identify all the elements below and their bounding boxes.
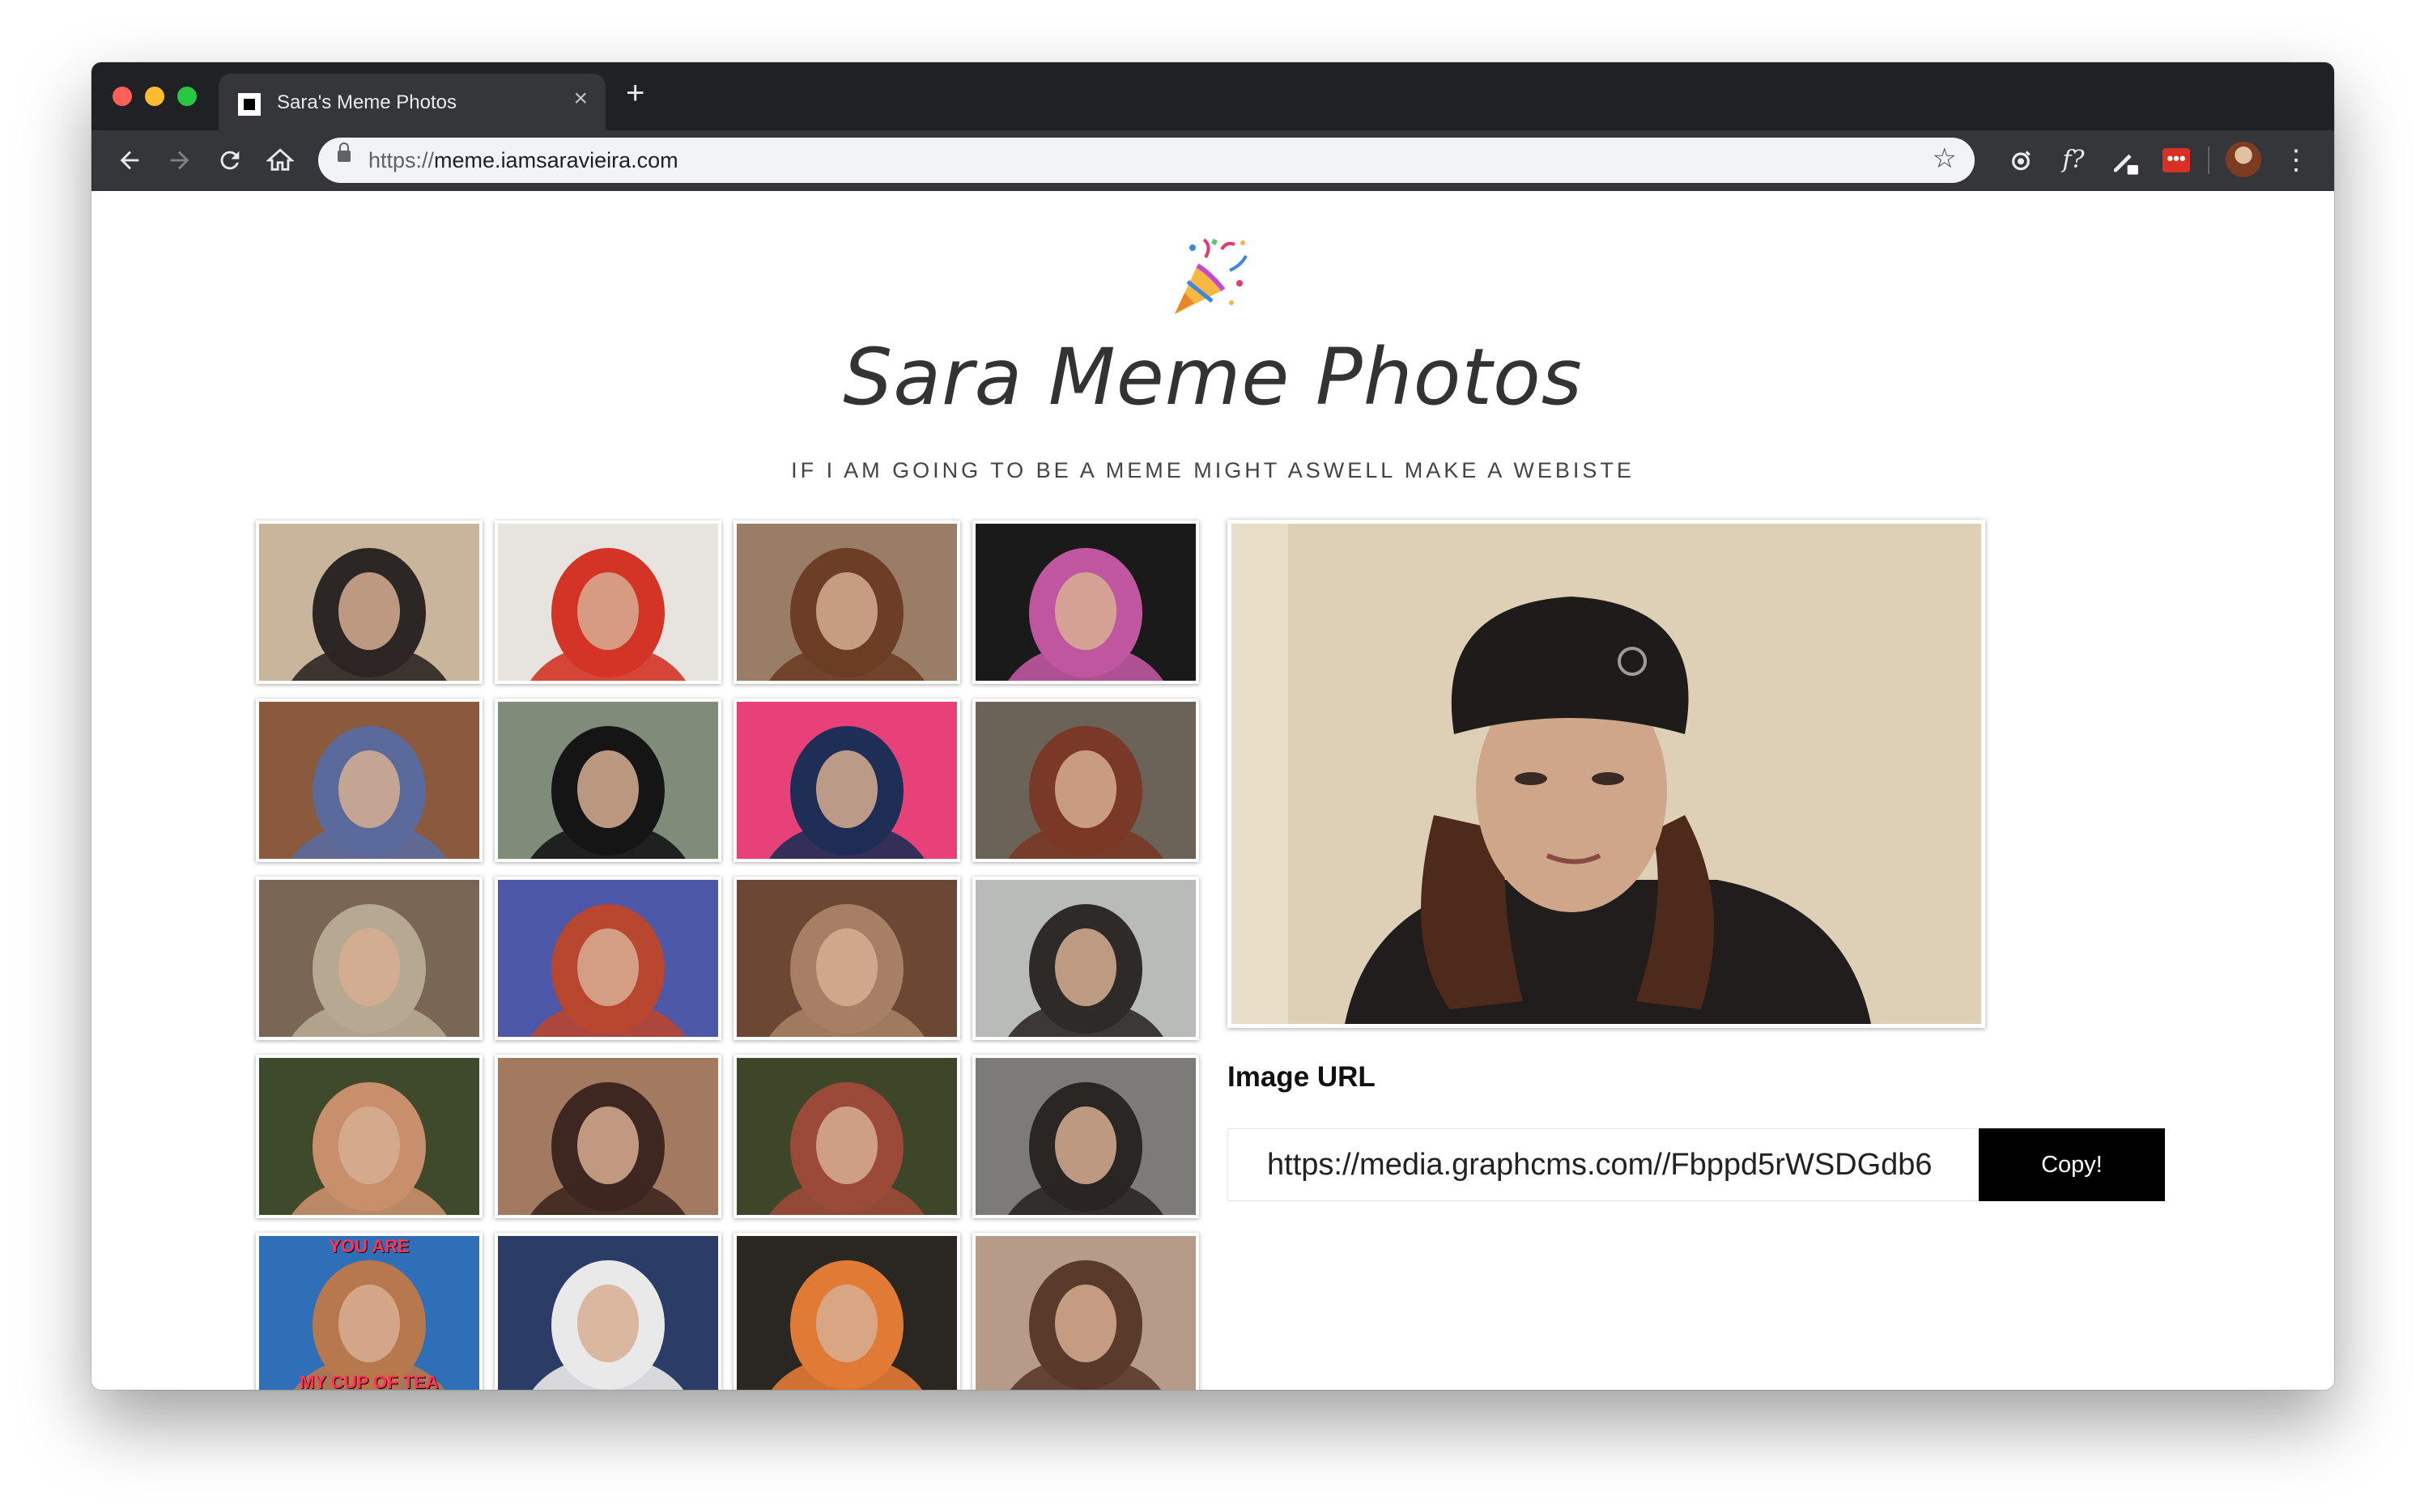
thumbnail-photo [530, 904, 686, 1037]
address-bar[interactable]: https://meme.iamsaravieira.com ☆ [318, 138, 1975, 183]
photo-pixelated[interactable] [972, 1233, 1199, 1390]
thumbnail-photo [533, 1260, 683, 1390]
photo-beanie-portrait[interactable] [256, 520, 483, 684]
preview-photo [1231, 524, 1981, 1024]
image-url-input[interactable] [1227, 1128, 1979, 1201]
close-window-button[interactable] [113, 87, 132, 106]
thumbnail-photo [291, 904, 447, 1037]
photo-audience[interactable] [972, 877, 1199, 1040]
arrow-right-icon [170, 151, 189, 170]
photo-meeting-room[interactable] [495, 520, 721, 684]
thumbnail-photo [291, 726, 447, 859]
photo-distorted-face[interactable] [256, 699, 483, 862]
fontface-extension-icon[interactable]: f? [2055, 142, 2092, 179]
thumbnail-photo [1008, 548, 1163, 681]
url-text[interactable]: https://meme.iamsaravieira.com [368, 148, 678, 173]
photo-teddy-bear[interactable] [256, 877, 483, 1040]
thumbnail-photo [769, 1082, 925, 1215]
photo-stage-talk[interactable] [972, 520, 1199, 684]
site-tagline: IF I AM GOING TO BE A MEME MIGHT ASWELL … [791, 458, 1635, 482]
photo-park-stretched[interactable] [256, 1055, 483, 1218]
browser-window: Sara's Meme Photos × + https://meme.iams… [91, 62, 2334, 1390]
thumbnail-photo [530, 548, 686, 681]
tab-title: Sara's Meme Photos [277, 91, 457, 113]
thumbnail-photo [769, 548, 925, 681]
page-content: Sara Meme Photos IF I AM GOING TO BE A M… [91, 191, 2334, 1390]
thumbnail-photo [1008, 1082, 1163, 1215]
thumbnail-photo [1010, 1260, 1161, 1390]
photo-pink-backdrop[interactable] [734, 699, 960, 862]
thumbnail-photo [769, 904, 925, 1037]
arrow-left-icon [120, 151, 139, 170]
photo-deal-with-it-glasses[interactable] [495, 699, 721, 862]
toolbar-divider [2208, 147, 2209, 174]
site-title: Sara Meme Photos [843, 332, 1583, 423]
thumbnail-caption-bottom: MY CUP OF TEA [300, 1372, 439, 1390]
zoom-window-button[interactable] [177, 87, 197, 106]
selected-photo-preview [1227, 520, 1985, 1028]
thumbnail-photo [772, 1260, 922, 1390]
photo-park-smile[interactable] [734, 1055, 960, 1218]
party-popper-icon [1175, 238, 1248, 314]
site-favicon-icon [238, 93, 261, 116]
reload-icon [220, 151, 240, 170]
reload-button[interactable] [210, 140, 250, 181]
thumbnail-caption-top: YOU ARE [329, 1236, 410, 1256]
new-tab-button[interactable]: + [626, 77, 644, 109]
photo-selfie-pair[interactable] [972, 699, 1199, 862]
forward-button[interactable] [159, 140, 200, 181]
photo-stickers-laptop[interactable] [495, 877, 721, 1040]
thumbnail-photo [1008, 726, 1163, 859]
thumbnail-photo [769, 726, 925, 859]
photo-closeup-frown[interactable] [734, 520, 960, 684]
photo-sweater[interactable] [495, 1233, 721, 1390]
bookmark-star-icon[interactable]: ☆ [1933, 142, 1957, 175]
photo-stage-chair[interactable] [734, 1233, 960, 1390]
copy-button[interactable]: Copy! [1979, 1128, 2165, 1201]
thumbnail-photo [291, 1082, 447, 1215]
thumbnail-photo [1008, 904, 1163, 1037]
tab-strip: Sara's Meme Photos × + [91, 62, 2334, 130]
browser-toolbar: https://meme.iamsaravieira.com ☆ f? ••• … [91, 130, 2334, 191]
photo-eating-lunch[interactable] [972, 1055, 1199, 1218]
lock-icon [338, 142, 351, 162]
photo-cup-of-tea[interactable]: YOU ARE MY CUP OF TEA [256, 1233, 483, 1390]
thumbnail-photo [530, 1082, 686, 1215]
lastpass-extension-icon[interactable]: ••• [2162, 148, 2190, 172]
image-url-label: Image URL [1227, 1061, 1376, 1093]
photo-side-eye[interactable] [495, 1055, 721, 1218]
photo-stare[interactable] [734, 877, 960, 1040]
profile-avatar[interactable] [2226, 142, 2261, 177]
camera-extension-icon[interactable] [2002, 142, 2039, 179]
home-button[interactable] [260, 140, 300, 181]
minimize-window-button[interactable] [145, 87, 164, 106]
pen-extension-icon[interactable] [2107, 142, 2145, 179]
kebab-menu-icon[interactable]: ⋮ [2277, 142, 2315, 179]
thumbnail-photo [294, 1260, 444, 1390]
back-button[interactable] [109, 140, 150, 181]
thumbnail-photo [291, 548, 447, 681]
thumbnail-photo [530, 726, 686, 859]
tab-active[interactable]: Sara's Meme Photos × [219, 74, 606, 130]
tab-close-icon[interactable]: × [573, 87, 588, 111]
home-icon [266, 148, 295, 171]
